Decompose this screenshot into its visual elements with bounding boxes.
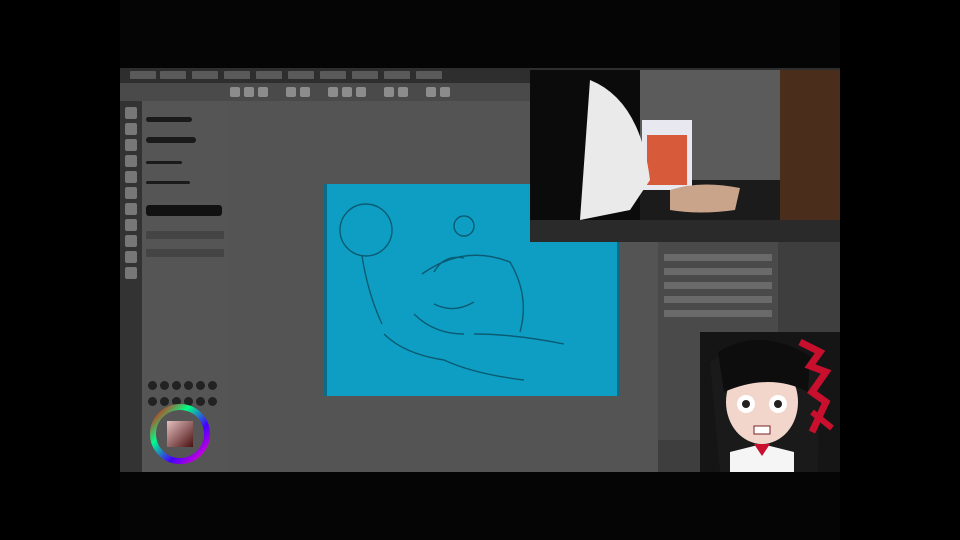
menu-item-view[interactable]: [320, 71, 346, 79]
menu-item-animation[interactable]: [224, 71, 250, 79]
copy-button[interactable]: [342, 87, 352, 97]
text-tool-icon[interactable]: [125, 219, 137, 231]
brush-size-swatch[interactable]: [172, 381, 181, 390]
selection-tool-icon[interactable]: [125, 187, 137, 199]
new-button[interactable]: [230, 87, 240, 97]
menu-item-edit[interactable]: [160, 71, 186, 79]
layer-row[interactable]: [664, 310, 772, 317]
move-tool-icon[interactable]: [125, 203, 137, 215]
layer-row[interactable]: [664, 282, 772, 289]
menu-item-page[interactable]: [192, 71, 218, 79]
undo-button[interactable]: [286, 87, 296, 97]
pen-tool-icon[interactable]: [125, 107, 137, 119]
zoom-in-button[interactable]: [384, 87, 394, 97]
cut-button[interactable]: [328, 87, 338, 97]
brush-preset-3[interactable]: [146, 161, 182, 164]
open-button[interactable]: [244, 87, 254, 97]
color-wheel-icon[interactable]: [148, 402, 212, 466]
menu-item-file[interactable]: [130, 71, 156, 79]
paste-button[interactable]: [356, 87, 366, 97]
eyedropper-tool-icon[interactable]: [125, 235, 137, 247]
tool-palette: [120, 101, 142, 472]
brush-size-swatch[interactable]: [184, 381, 193, 390]
menu-item-select[interactable]: [288, 71, 314, 79]
webcam-overlay: [530, 70, 840, 242]
menu-item-layer[interactable]: [256, 71, 282, 79]
rotate-button[interactable]: [426, 87, 436, 97]
save-button[interactable]: [258, 87, 268, 97]
layer-row[interactable]: [664, 296, 772, 303]
brush-size-swatch[interactable]: [148, 381, 157, 390]
menu-item-help[interactable]: [416, 71, 442, 79]
vtuber-avatar-overlay: [700, 332, 840, 472]
layer-row[interactable]: [664, 254, 772, 261]
brush-preset-1[interactable]: [146, 117, 192, 122]
fill-tool-icon[interactable]: [125, 171, 137, 183]
brush-preset-2[interactable]: [146, 137, 196, 143]
redo-button[interactable]: [300, 87, 310, 97]
menu-item-filter[interactable]: [352, 71, 378, 79]
webcam-scene: [530, 70, 840, 242]
flip-button[interactable]: [440, 87, 450, 97]
eraser-tool-icon[interactable]: [125, 155, 137, 167]
brush-preset-selected[interactable]: [146, 205, 222, 216]
brush-tool-icon[interactable]: [125, 139, 137, 151]
pencil-tool-icon[interactable]: [125, 123, 137, 135]
ruler-tool-icon[interactable]: [125, 267, 137, 279]
gradient-tool-icon[interactable]: [125, 251, 137, 263]
brush-size-swatch[interactable]: [160, 381, 169, 390]
brush-size-swatch[interactable]: [208, 381, 217, 390]
menu-item-window[interactable]: [384, 71, 410, 79]
brush-size-swatch[interactable]: [196, 381, 205, 390]
zoom-out-button[interactable]: [398, 87, 408, 97]
layer-row[interactable]: [664, 268, 772, 275]
opacity-slider[interactable]: [146, 249, 224, 257]
brush-size-slider[interactable]: [146, 231, 224, 239]
vtuber-avatar-image: [700, 332, 840, 472]
brush-preset-4[interactable]: [146, 181, 190, 184]
